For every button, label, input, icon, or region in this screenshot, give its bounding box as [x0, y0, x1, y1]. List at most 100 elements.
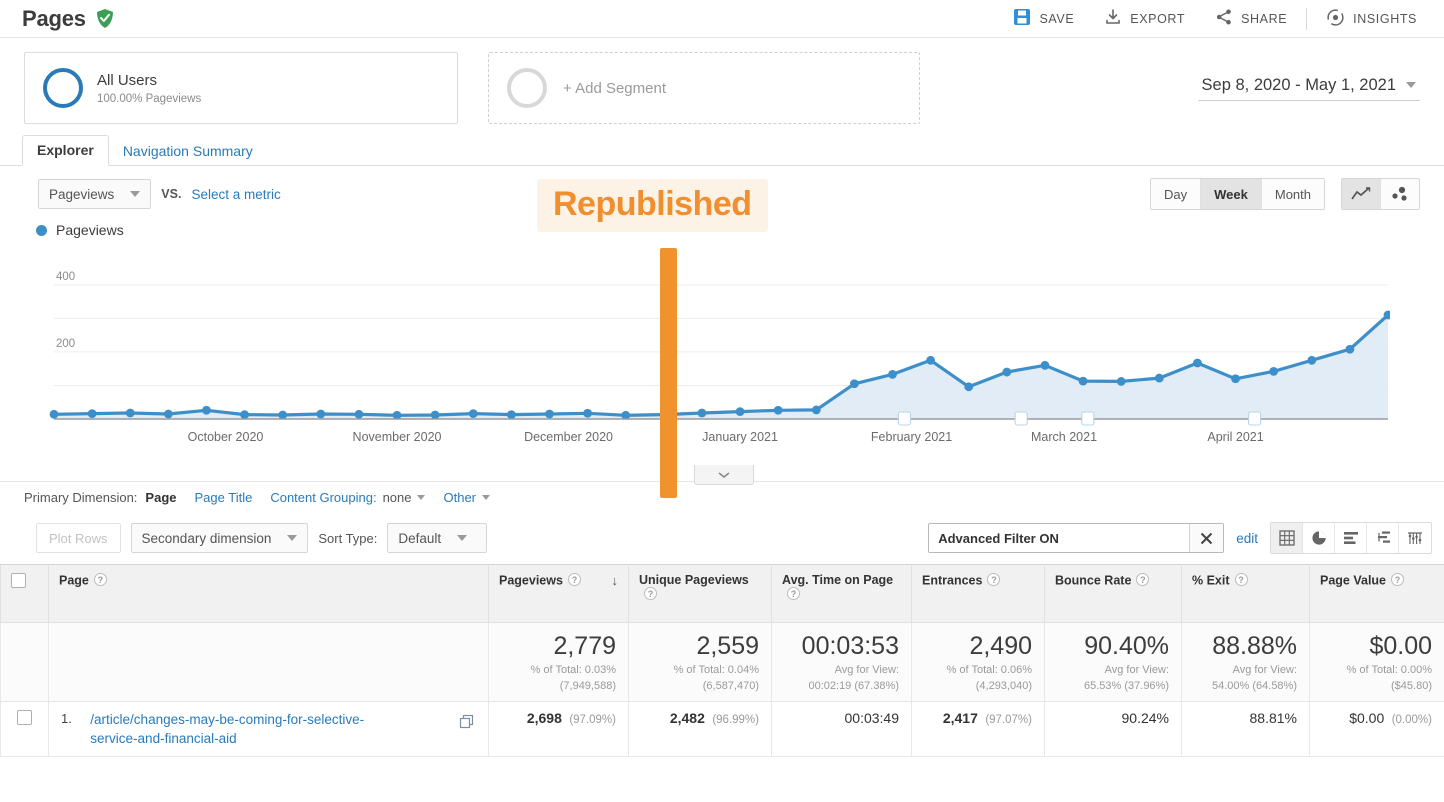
- summary-sub1: % of Total: 0.04%: [641, 663, 759, 677]
- sort-type-value: Default: [398, 531, 441, 546]
- filter-input[interactable]: Advanced Filter ON: [929, 531, 1189, 546]
- chevron-down-icon: [287, 535, 297, 541]
- row-unique-pageviews-cell: 2,482 (96.99%): [629, 702, 772, 757]
- summary-value: 00:03:53: [784, 631, 899, 661]
- shield-check-icon: [95, 8, 115, 29]
- granularity-week-button[interactable]: Week: [1201, 179, 1262, 209]
- column-header-exit-pct[interactable]: % Exit?: [1182, 565, 1310, 623]
- summary-sub2: (6,587,470): [641, 679, 759, 693]
- chart-type-button-group: [1341, 178, 1420, 210]
- header-actions: SAVE EXPORT SHARE INSIGHTS: [998, 2, 1432, 36]
- share-icon: [1215, 8, 1233, 29]
- primary-dimension-page[interactable]: Page: [145, 490, 176, 505]
- other-dimension-dropdown[interactable]: Other: [443, 490, 490, 505]
- table-header-row: Page? Pageviews?↓ Unique Pageviews? Avg.…: [1, 565, 1444, 623]
- svg-text:April 2021: April 2021: [1207, 430, 1263, 444]
- column-header-entrances[interactable]: Entrances?: [912, 565, 1045, 623]
- summary-cell-bounce-rate: 90.40% Avg for View: 65.53% (37.96%): [1045, 623, 1182, 702]
- metric-select[interactable]: Pageviews: [38, 179, 151, 209]
- summary-cell-pageviews: 2,779 % of Total: 0.03% (7,949,588): [489, 623, 629, 702]
- pivot-view-icon[interactable]: [1399, 523, 1431, 553]
- summary-value: 88.88%: [1194, 631, 1297, 661]
- svg-text:200: 200: [56, 338, 75, 350]
- advanced-filter-box[interactable]: Advanced Filter ON: [928, 523, 1224, 553]
- chart-toolbar-right: Day Week Month: [1150, 178, 1430, 210]
- select-all-checkbox[interactable]: [11, 573, 26, 588]
- share-label: SHARE: [1241, 12, 1287, 26]
- tab-explorer[interactable]: Explorer: [22, 135, 109, 166]
- granularity-day-button[interactable]: Day: [1151, 179, 1201, 209]
- save-label: SAVE: [1039, 12, 1074, 26]
- row-entrances-cell: 2,417 (97.07%): [912, 702, 1045, 757]
- chevron-down-icon: [482, 495, 490, 500]
- help-icon[interactable]: ?: [1391, 573, 1404, 586]
- help-icon[interactable]: ?: [568, 573, 581, 586]
- pageviews-timeseries-chart[interactable]: 200400October 2020November 2020December …: [36, 244, 1390, 459]
- plot-rows-button[interactable]: Plot Rows: [36, 523, 121, 553]
- summary-sub2: 65.53% (37.96%): [1057, 679, 1169, 693]
- content-grouping-dropdown[interactable]: Content Grouping: none: [270, 490, 425, 505]
- help-icon[interactable]: ?: [987, 573, 1000, 586]
- clear-filter-button[interactable]: [1189, 524, 1223, 552]
- open-page-icon[interactable]: [459, 714, 474, 734]
- help-icon[interactable]: ?: [644, 587, 657, 600]
- summary-sub1: Avg for View:: [1194, 663, 1297, 677]
- row-page-link[interactable]: /article/changes-may-be-coming-for-selec…: [90, 712, 364, 746]
- insights-label: INSIGHTS: [1353, 12, 1417, 26]
- row-bounce-rate-cell: 90.24%: [1045, 702, 1182, 757]
- date-range-picker[interactable]: Sep 8, 2020 - May 1, 2021: [1198, 76, 1420, 101]
- row-bounce-value: 90.24%: [1122, 710, 1169, 726]
- chart-expand-handle[interactable]: [694, 465, 754, 485]
- bar-view-icon[interactable]: [1335, 523, 1367, 553]
- tab-navigation-summary[interactable]: Navigation Summary: [109, 137, 267, 166]
- add-segment-ring-icon: [507, 68, 547, 108]
- close-icon: [1200, 532, 1213, 545]
- segment-all-users[interactable]: All Users 100.00% Pageviews: [24, 52, 458, 124]
- help-icon[interactable]: ?: [1136, 573, 1149, 586]
- column-label-avg-time-on-page: Avg. Time on Page: [782, 573, 893, 587]
- export-button[interactable]: EXPORT: [1089, 2, 1200, 36]
- line-chart-icon[interactable]: [1342, 179, 1381, 209]
- save-icon: [1013, 8, 1031, 29]
- pie-view-icon[interactable]: [1303, 523, 1335, 553]
- segment-name: All Users: [97, 72, 201, 90]
- summary-cell-unique-pageviews: 2,559 % of Total: 0.04% (6,587,470): [629, 623, 772, 702]
- column-header-page[interactable]: Page?: [49, 565, 489, 623]
- row-index: 1.: [61, 711, 72, 726]
- row-checkbox-cell[interactable]: [1, 702, 49, 757]
- content-grouping-label: Content Grouping:: [270, 490, 376, 505]
- share-button[interactable]: SHARE: [1200, 2, 1302, 36]
- scatter-chart-icon[interactable]: [1381, 179, 1419, 209]
- table-row[interactable]: 1. /article/changes-may-be-coming-for-se…: [1, 702, 1444, 757]
- republished-annotation-label: Republished: [537, 179, 768, 232]
- google-analytics-pages-report: Pages SAVE EXPORT: [0, 0, 1444, 802]
- insights-button[interactable]: INSIGHTS: [1311, 2, 1432, 36]
- sort-descending-icon[interactable]: ↓: [612, 573, 619, 588]
- primary-dimension-page-title[interactable]: Page Title: [195, 490, 253, 505]
- performance-view-icon[interactable]: [1367, 523, 1399, 553]
- summary-cell-page-value: $0.00 % of Total: 0.00% ($45.80): [1310, 623, 1444, 702]
- column-header-page-value[interactable]: Page Value?: [1310, 565, 1444, 623]
- help-icon[interactable]: ?: [1235, 573, 1248, 586]
- granularity-month-button[interactable]: Month: [1262, 179, 1324, 209]
- select-all-header[interactable]: [1, 565, 49, 623]
- column-header-avg-time-on-page[interactable]: Avg. Time on Page?: [772, 565, 912, 623]
- add-segment-button[interactable]: + Add Segment: [488, 52, 920, 124]
- help-icon[interactable]: ?: [787, 587, 800, 600]
- save-button[interactable]: SAVE: [998, 2, 1089, 36]
- table-view-icon[interactable]: [1271, 523, 1303, 553]
- segment-subtitle: 100.00% Pageviews: [97, 93, 201, 105]
- select-a-metric-link[interactable]: Select a metric: [191, 187, 280, 202]
- republished-annotation-bar: [660, 248, 677, 498]
- summary-blank-check: [1, 623, 49, 702]
- help-icon[interactable]: ?: [94, 573, 107, 586]
- row-unique-pct: (96.99%): [712, 714, 759, 726]
- column-header-pageviews[interactable]: Pageviews?↓: [489, 565, 629, 623]
- column-header-unique-pageviews[interactable]: Unique Pageviews?: [629, 565, 772, 623]
- row-checkbox[interactable]: [17, 710, 32, 725]
- edit-filter-link[interactable]: edit: [1236, 531, 1258, 546]
- column-header-bounce-rate[interactable]: Bounce Rate?: [1045, 565, 1182, 623]
- sort-type-select[interactable]: Default: [387, 523, 487, 553]
- secondary-dimension-select[interactable]: Secondary dimension: [131, 523, 309, 553]
- report-tabs: Explorer Navigation Summary: [0, 134, 1444, 166]
